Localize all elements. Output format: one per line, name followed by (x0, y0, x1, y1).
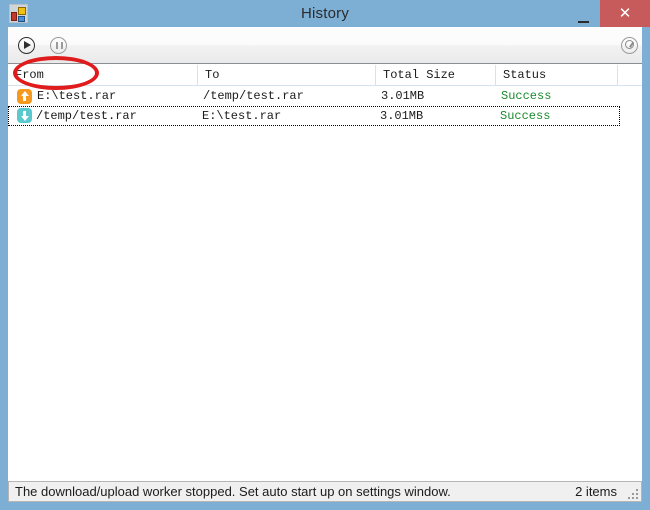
pause-icon (50, 36, 67, 54)
resize-grip-icon[interactable] (626, 487, 638, 499)
client-area: From To Total Size Status E:\test.rar /t… (8, 27, 642, 502)
application-window: History ✕ From To Total Size Status E:\t… (0, 0, 650, 510)
cell-status: Success (501, 89, 552, 103)
history-clock-button[interactable] (621, 35, 641, 55)
play-icon (18, 36, 35, 54)
download-arrow-icon (17, 108, 32, 123)
column-header-total-size[interactable]: Total Size (376, 65, 496, 85)
item-count: 2 items (575, 484, 617, 499)
status-bar: The download/upload worker stopped. Set … (8, 481, 642, 502)
toolbar (8, 27, 642, 64)
table-row[interactable]: /temp/test.rar E:\test.rar 3.01MB Succes… (8, 106, 620, 126)
close-button[interactable]: ✕ (600, 0, 650, 27)
clock-icon (621, 36, 638, 54)
upload-arrow-icon (17, 89, 32, 104)
cell-status: Success (500, 109, 551, 123)
history-list[interactable]: From To Total Size Status E:\test.rar /t… (8, 65, 642, 484)
start-button[interactable] (18, 35, 38, 55)
cell-from: E:\test.rar (37, 89, 117, 103)
close-icon: ✕ (618, 5, 632, 22)
column-header-spacer[interactable] (618, 65, 642, 85)
cell-total-size: 3.01MB (380, 109, 424, 123)
title-bar: History ✕ (0, 0, 650, 27)
column-header-status[interactable]: Status (496, 65, 618, 85)
pause-button[interactable] (50, 35, 70, 55)
cell-to: /temp/test.rar (203, 89, 304, 103)
minimize-button[interactable] (568, 0, 598, 27)
column-header-to[interactable]: To (198, 65, 376, 85)
window-title: History (300, 5, 350, 22)
column-header-from[interactable]: From (8, 65, 198, 85)
cell-total-size: 3.01MB (381, 89, 425, 103)
cell-from: /temp/test.rar (36, 109, 137, 123)
list-header-row: From To Total Size Status (8, 65, 642, 86)
minimize-icon (577, 20, 589, 23)
cell-to: E:\test.rar (202, 109, 282, 123)
table-row[interactable]: E:\test.rar /temp/test.rar 3.01MB Succes… (8, 86, 642, 106)
status-message: The download/upload worker stopped. Set … (15, 484, 451, 499)
